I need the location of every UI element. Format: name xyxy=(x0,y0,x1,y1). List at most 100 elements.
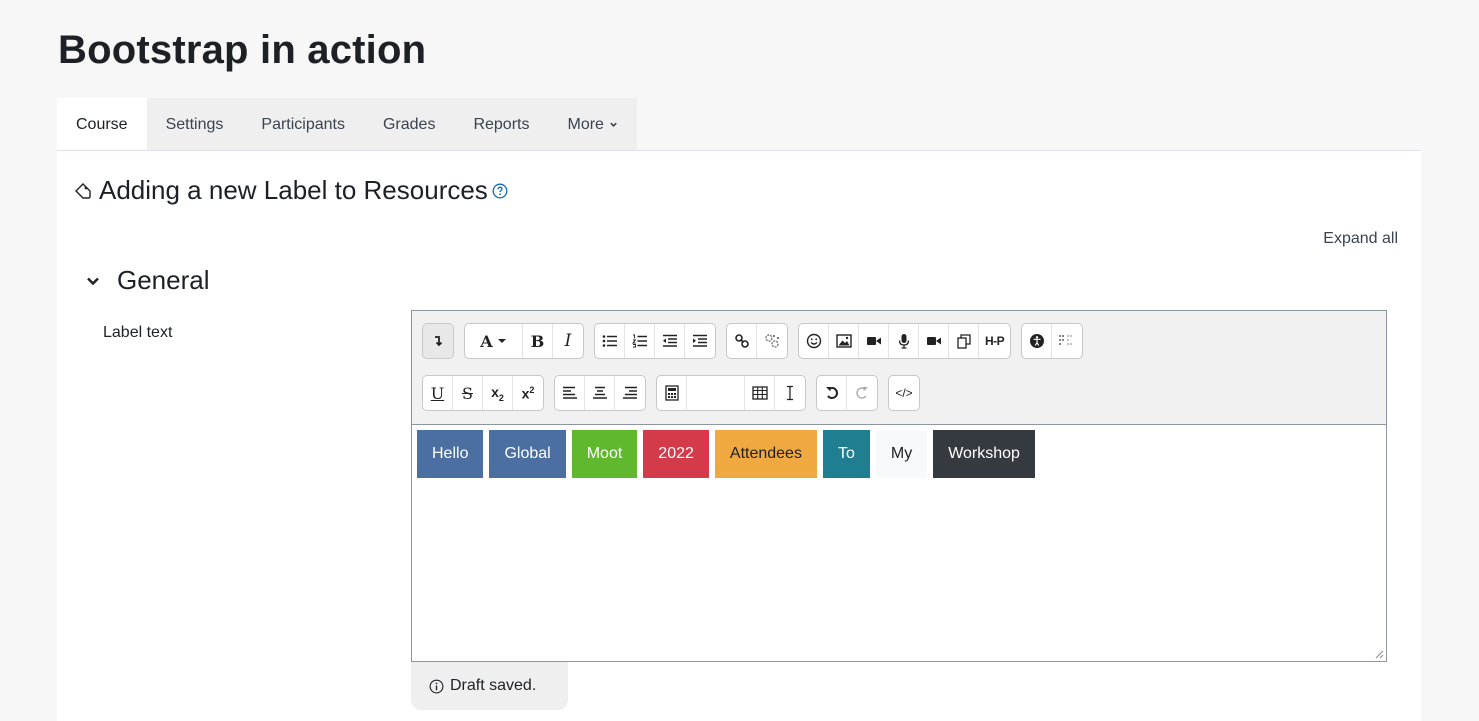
expand-all-link[interactable]: Expand all xyxy=(1323,230,1398,248)
subscript-button[interactable]: x2 xyxy=(483,376,513,410)
emoji-icon xyxy=(806,333,821,349)
strikethrough-button[interactable]: S xyxy=(453,376,483,410)
align-left-button[interactable] xyxy=(555,376,585,410)
editor-toolbar: A B I H-P U S x2 x2 </> xyxy=(412,311,1386,425)
outdent-button[interactable] xyxy=(655,324,685,358)
toolbar-group: U S x2 x2 xyxy=(422,375,544,411)
caret-down-icon xyxy=(497,339,506,343)
badge-workshop: Workshop xyxy=(933,430,1035,478)
underline-button[interactable]: U xyxy=(423,376,453,410)
main-content: Adding a new Label to Resources Expand a… xyxy=(57,150,1421,721)
tab-more[interactable]: More xyxy=(548,98,637,151)
toolbar-group xyxy=(554,375,646,411)
badge-global: Global xyxy=(489,430,566,478)
table-icon xyxy=(751,386,768,400)
section-general-toggle[interactable]: General xyxy=(85,265,210,296)
record-audio-icon xyxy=(898,334,909,349)
info-icon xyxy=(429,679,444,693)
underline-icon: U xyxy=(430,383,445,403)
font-color-icon: A xyxy=(480,331,493,351)
page-title: Bootstrap in action xyxy=(58,28,427,72)
toolbar-group: A B I xyxy=(464,323,584,359)
section-general-label: General xyxy=(117,265,210,295)
draft-status: Draft saved. xyxy=(411,662,568,710)
image-button[interactable] xyxy=(829,324,859,358)
undo-icon xyxy=(825,387,838,399)
tab-participants-label: Participants xyxy=(261,115,345,133)
resize-handle-icon[interactable] xyxy=(1374,649,1384,659)
record-video-icon xyxy=(926,337,941,345)
superscript-button[interactable]: x2 xyxy=(513,376,543,410)
toolbar-row-1: A B I H-P xyxy=(422,323,1093,359)
accessibility-checker-icon xyxy=(1029,334,1044,348)
toolbar-group xyxy=(656,375,806,411)
screenreader-helper-button[interactable] xyxy=(1052,324,1082,358)
show-more-button[interactable] xyxy=(423,324,453,358)
tab-grades[interactable]: Grades xyxy=(363,98,455,151)
screenreader-helper-icon xyxy=(1059,334,1073,346)
tag-icon xyxy=(75,182,91,199)
badge-2022: 2022 xyxy=(643,430,709,478)
align-center-icon xyxy=(592,386,607,399)
toolbar-group xyxy=(1021,323,1084,359)
character-map-button[interactable] xyxy=(687,376,745,410)
table-button[interactable] xyxy=(745,376,775,410)
ordered-list-icon xyxy=(631,334,647,348)
tab-reports-label: Reports xyxy=(473,115,530,133)
course-nav-tabs: Course Settings Participants Grades Repo… xyxy=(57,98,637,151)
undo-button[interactable] xyxy=(817,376,847,410)
badge-my: My xyxy=(875,430,928,478)
toolbar-group: H-P xyxy=(798,323,1012,359)
toolbar-group xyxy=(594,323,716,359)
link-button[interactable] xyxy=(727,324,757,358)
indent-icon xyxy=(693,334,707,347)
toolbar-group: </> xyxy=(888,375,920,411)
strikethrough-icon: S xyxy=(462,383,473,403)
manage-files-button[interactable] xyxy=(949,324,979,358)
redo-icon xyxy=(856,387,868,399)
label-text-label: Label text xyxy=(103,324,173,341)
media-button[interactable] xyxy=(859,324,889,358)
html-source-button[interactable]: </> xyxy=(889,376,919,410)
align-left-icon xyxy=(562,386,577,399)
editor-content-area[interactable]: Hello Global Moot 2022 Attendees To My W… xyxy=(412,426,1386,661)
tab-more-label: More xyxy=(567,115,604,133)
record-video-button[interactable] xyxy=(919,324,949,358)
h5p-button[interactable]: H-P xyxy=(979,324,1010,358)
chevron-down-icon xyxy=(610,122,617,127)
help-icon[interactable] xyxy=(492,183,508,199)
clear-formatting-button[interactable] xyxy=(775,376,805,410)
image-icon xyxy=(835,334,852,348)
ordered-list-button[interactable] xyxy=(625,324,655,358)
link-icon xyxy=(734,334,749,348)
tab-course[interactable]: Course xyxy=(57,98,147,151)
tab-course-label: Course xyxy=(76,115,128,133)
tab-settings[interactable]: Settings xyxy=(146,98,243,151)
emoji-button[interactable] xyxy=(799,324,829,358)
h5p-icon: H-P xyxy=(985,334,1005,348)
html-source-icon: </> xyxy=(895,386,913,400)
subscript-icon: x2 xyxy=(491,383,504,403)
equation-button[interactable] xyxy=(657,376,687,410)
unordered-list-button[interactable] xyxy=(595,324,625,358)
badge-attendees: Attendees xyxy=(714,430,817,478)
unlink-button[interactable] xyxy=(757,324,787,358)
italic-button[interactable]: I xyxy=(553,324,583,358)
align-right-button[interactable] xyxy=(615,376,645,410)
badge-hello: Hello xyxy=(417,430,484,478)
accessibility-checker-button[interactable] xyxy=(1022,324,1053,358)
align-center-button[interactable] xyxy=(585,376,615,410)
redo-button[interactable] xyxy=(847,376,877,410)
show-more-icon xyxy=(435,336,443,347)
tab-participants[interactable]: Participants xyxy=(242,98,364,151)
toolbar-group xyxy=(422,323,454,359)
manage-files-icon xyxy=(956,334,971,349)
badge-moot: Moot xyxy=(571,430,638,478)
bold-button[interactable]: B xyxy=(523,324,553,358)
indent-button[interactable] xyxy=(685,324,715,358)
tab-reports[interactable]: Reports xyxy=(454,98,549,151)
record-audio-button[interactable] xyxy=(889,324,919,358)
italic-icon: I xyxy=(564,331,572,351)
toolbar-group xyxy=(816,375,878,411)
font-color-button[interactable]: A xyxy=(465,324,523,358)
